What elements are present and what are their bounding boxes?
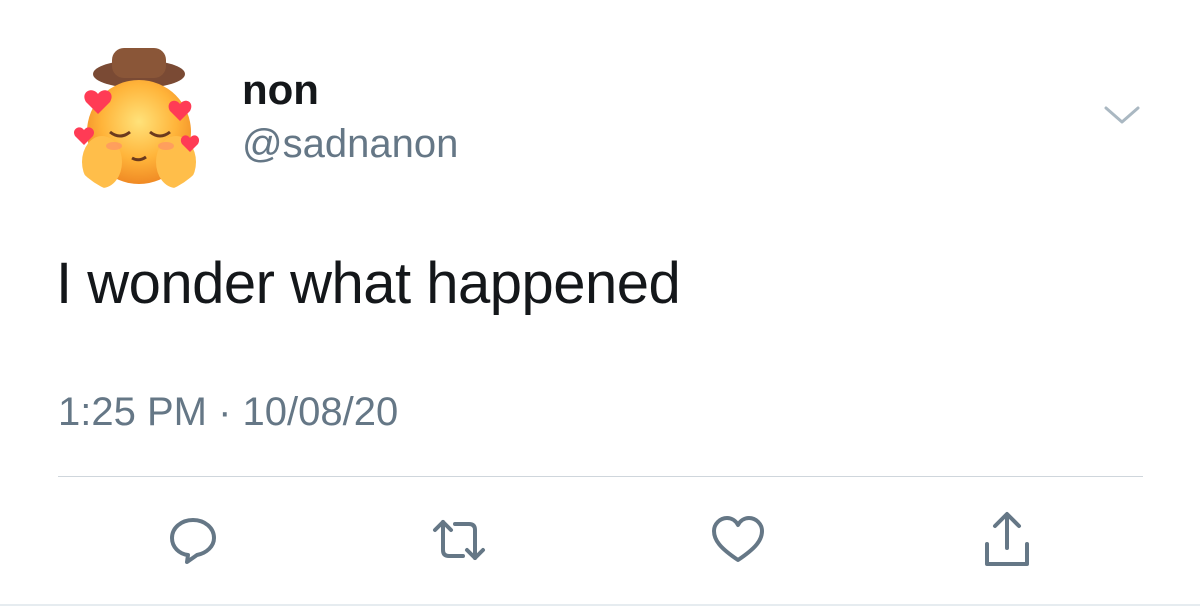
reply-button[interactable] [163,510,223,570]
user-handle[interactable]: @sadnanon [242,120,458,168]
heart-icon [712,516,764,562]
avatar[interactable] [58,34,220,196]
reply-icon [170,518,216,564]
chevron-down-icon[interactable] [1100,100,1144,132]
tweet-timestamp[interactable]: 1:25 PM · 10/08/20 [58,388,398,436]
retweet-icon [433,520,485,560]
tweet-text: I wonder what happened [56,251,681,316]
like-button[interactable] [708,510,768,570]
share-button[interactable] [977,510,1037,570]
retweet-button[interactable] [429,510,489,570]
display-name[interactable]: non [242,66,319,114]
divider [58,476,1143,477]
tweet-detail: non @sadnanon I wonder what happened 1:2… [0,0,1200,606]
share-icon [985,512,1029,566]
emoji-face-icon [73,48,200,188]
